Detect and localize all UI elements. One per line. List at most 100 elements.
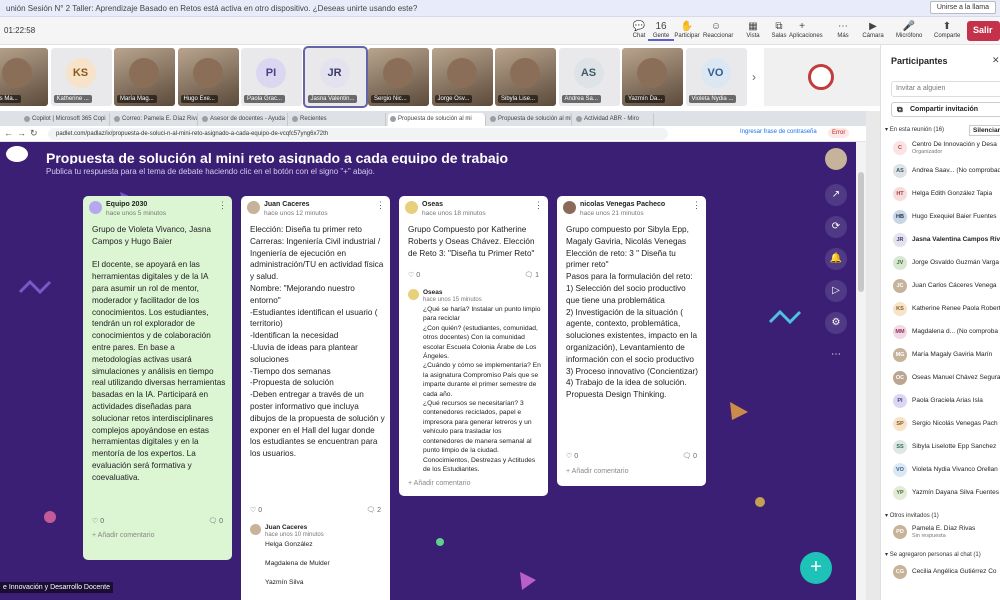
scrollbar-thumb[interactable] <box>858 172 864 292</box>
bell-icon[interactable]: 🔔 <box>825 248 847 270</box>
participant-video-tile[interactable]: JR Jasna Valentin... <box>302 46 368 108</box>
participant-row[interactable]: HT Helga Edith González Tapia <box>881 184 1000 206</box>
participant-row[interactable]: MG María Magaly Gaviria Marín <box>881 345 1000 367</box>
invite-search-input[interactable]: Invitar a alguien <box>891 81 1000 97</box>
participant-row[interactable]: JV Jorge Osvaldo Guzmán Varga <box>881 253 1000 275</box>
remake-icon[interactable]: ⟳ <box>825 216 847 238</box>
participant-row[interactable]: HB Hugo Exequiel Baier Fuentes <box>881 207 1000 229</box>
browser-tab[interactable]: Recientes <box>290 113 386 126</box>
participant-row[interactable]: PI Paola Graciela Arias Isla <box>881 391 1000 413</box>
mute-all-button[interactable]: Silenciar a <box>969 125 1000 136</box>
reaccionar-icon: ☺ <box>710 21 722 32</box>
avatar <box>408 289 419 300</box>
participant-row[interactable]: YP Yazmín Dayana Silva Fuentes <box>881 483 1000 505</box>
browser-nav-icons[interactable]: ←→↻ <box>4 128 42 139</box>
share-invite-button[interactable]: ⧉ Compartir invitación <box>891 102 1000 117</box>
play-icon[interactable]: ▷ <box>825 280 847 302</box>
participant-row[interactable]: MM Magdalena d... (No comproba <box>881 322 1000 344</box>
participant-row[interactable]: AS Andrea Saav... (No comprobad <box>881 161 1000 183</box>
toolbar-label: Micrófono <box>896 33 923 39</box>
like-icon[interactable]: ♡ <box>408 272 416 279</box>
participant-row[interactable]: SS Sibyla Liselotte Epp Sanchez <box>881 437 1000 459</box>
post-body: Grupo compuesto por Sibyla Epp, Magaly G… <box>566 225 698 400</box>
section-other-invited-label: Otros invitados (1) <box>889 513 939 519</box>
participant-row[interactable]: CG Cecilia Angélica Gutiérrez Co <box>881 562 1000 584</box>
toolbar-comparte-button[interactable]: ⬆ Comparte <box>934 20 960 39</box>
browser-tab[interactable]: Propuesta de solución al mi <box>488 113 572 126</box>
comment-icon[interactable]: 🗨 <box>524 272 535 279</box>
toolbar-aplicaciones-button[interactable]: + Aplicaciones <box>789 20 823 39</box>
leave-button[interactable]: Salir <box>967 21 1000 41</box>
participant-video-tile[interactable]: KS Katherine ... <box>50 48 112 106</box>
browser-tab[interactable]: Correo: Pamela E. Díaz Rivas <box>112 113 198 126</box>
more-options-icon[interactable]: ⋮ <box>534 200 543 211</box>
add-comment-link[interactable]: Añadir comentario <box>98 532 155 539</box>
participant-name: Sergio Nicolás Venegas Pach <box>912 420 998 427</box>
presenter-tile[interactable] <box>764 48 880 106</box>
toolbar-vista-button[interactable]: ▦ Vista <box>740 20 766 39</box>
post-card[interactable]: Oseas hace unos 18 minutos ⋮ Grupo Compue… <box>399 196 548 496</box>
more-options-icon[interactable]: ⋮ <box>692 200 701 211</box>
participant-row[interactable]: PD Pamela E. Díaz Rivas Sin respuesta <box>881 522 1000 544</box>
browser-tab[interactable]: Asesor de docentes - Ayuda <box>200 113 288 126</box>
participant-row[interactable]: JC Juan Carlos Cáceres Venega <box>881 276 1000 298</box>
post-card[interactable]: Equipo 2030 hace unos 5 minutos ⋮ Grupo d… <box>83 196 232 560</box>
participant-video-tile[interactable]: Hugo Exe... <box>177 48 239 106</box>
participant-video-tile[interactable]: Jorge Osv... <box>431 48 493 106</box>
section-other-invited[interactable]: ▾ Otros invitados (1) <box>885 512 939 519</box>
participant-video-tile[interactable]: eas Ma... <box>0 48 48 106</box>
toolbar-participar-button[interactable]: ✋ Participar <box>674 20 700 39</box>
avatar: HB <box>893 210 907 224</box>
add-comment-link[interactable]: Añadir comentario <box>572 468 629 475</box>
toolbar-gente-button[interactable]: 16 Gente <box>648 20 674 41</box>
comment-icon[interactable]: 🗨 <box>682 453 693 460</box>
toolbar-mas-button[interactable]: ⋯ Más <box>830 20 856 39</box>
participant-row[interactable]: OC Oseas Manuel Chávez Segura <box>881 368 1000 390</box>
join-call-button[interactable]: Unirse a la llama <box>929 1 996 14</box>
add-post-button[interactable]: + <box>800 552 832 584</box>
browser-tab[interactable]: Copilot | Microsoft 365 Copi <box>22 113 110 126</box>
participant-row[interactable]: JR Jasna Valentina Campos Riv <box>881 230 1000 252</box>
gear-icon[interactable]: ⚙ <box>825 312 847 334</box>
error-badge[interactable]: Error <box>828 128 850 138</box>
close-icon[interactable]: ✕ <box>992 55 1000 66</box>
user-avatar[interactable] <box>825 148 847 170</box>
meeting-timer: 01:22:58 <box>4 26 36 35</box>
toolbar-camara-button[interactable]: ▶ Cámara <box>860 20 886 39</box>
section-in-meeting[interactable]: ▾ En esta reunión (16) <box>885 126 944 133</box>
participant-video-tile[interactable]: Sibyla Lise... <box>495 48 556 106</box>
comment-icon[interactable]: 🗨 <box>208 518 219 525</box>
more-options-icon[interactable]: ⋮ <box>218 200 227 211</box>
post-time: hace unos 5 minutos <box>106 210 166 217</box>
participant-video-tile[interactable]: Yazmín Da... <box>622 48 683 106</box>
participant-video-tile[interactable]: VO Violeta Nydia ... <box>685 48 747 106</box>
browser-tab[interactable]: Actividad ABR - Miro <box>574 113 654 126</box>
participant-video-tile[interactable]: PI Paola Grac... <box>241 48 302 106</box>
section-chat-added[interactable]: ▾ Se agregaron personas al chat (1) <box>885 551 981 558</box>
avatar: C <box>893 141 907 155</box>
add-comment-link[interactable]: Añadir comentario <box>414 480 471 487</box>
participant-video-tile[interactable]: María Mag... <box>114 48 175 106</box>
more-options-icon[interactable]: ⋮ <box>376 200 385 211</box>
toolbar-reaccionar-button[interactable]: ☺ Reaccionar <box>703 20 733 39</box>
post-card[interactable]: nicolas Venegas Pacheco hace unos 21 minu… <box>557 196 706 486</box>
share-icon[interactable]: ↗ <box>825 184 847 206</box>
scrollbar[interactable] <box>856 142 866 600</box>
url-field[interactable]: padlet.com/padlaz/ix/propuesta-de-soluci… <box>48 128 668 140</box>
participant-row[interactable]: C Centro De Innovación y Desa Organizador <box>881 138 1000 160</box>
participant-row[interactable]: SP Sergio Nicolás Venegas Pach <box>881 414 1000 436</box>
participant-row[interactable]: KS Katherine Renee Paola Robert <box>881 299 1000 321</box>
like-icon[interactable]: ♡ <box>566 453 574 460</box>
toolbar-microfono-button[interactable]: 🎤 Micrófono <box>896 20 922 39</box>
like-icon[interactable]: ♡ <box>250 507 258 514</box>
comment-icon[interactable]: 🗨 <box>366 507 377 514</box>
participant-video-tile[interactable]: AS Andrea Sa... <box>558 48 620 106</box>
like-icon[interactable]: ♡ <box>92 518 100 525</box>
post-card[interactable]: Juan Caceres hace unos 12 minutos ⋮ Elecc… <box>241 196 390 600</box>
browser-tab[interactable]: Propuesta de solución al mi <box>388 113 486 126</box>
chevron-right-icon[interactable]: › <box>752 70 756 84</box>
participant-video-tile[interactable]: Sergio Nic... <box>368 48 429 106</box>
more-icon[interactable]: ⋯ <box>825 344 847 366</box>
participant-row[interactable]: VO Violeta Nydia Vivanco Orellan <box>881 460 1000 482</box>
password-prompt-link[interactable]: Ingresar frase de contraseña <box>740 129 817 135</box>
